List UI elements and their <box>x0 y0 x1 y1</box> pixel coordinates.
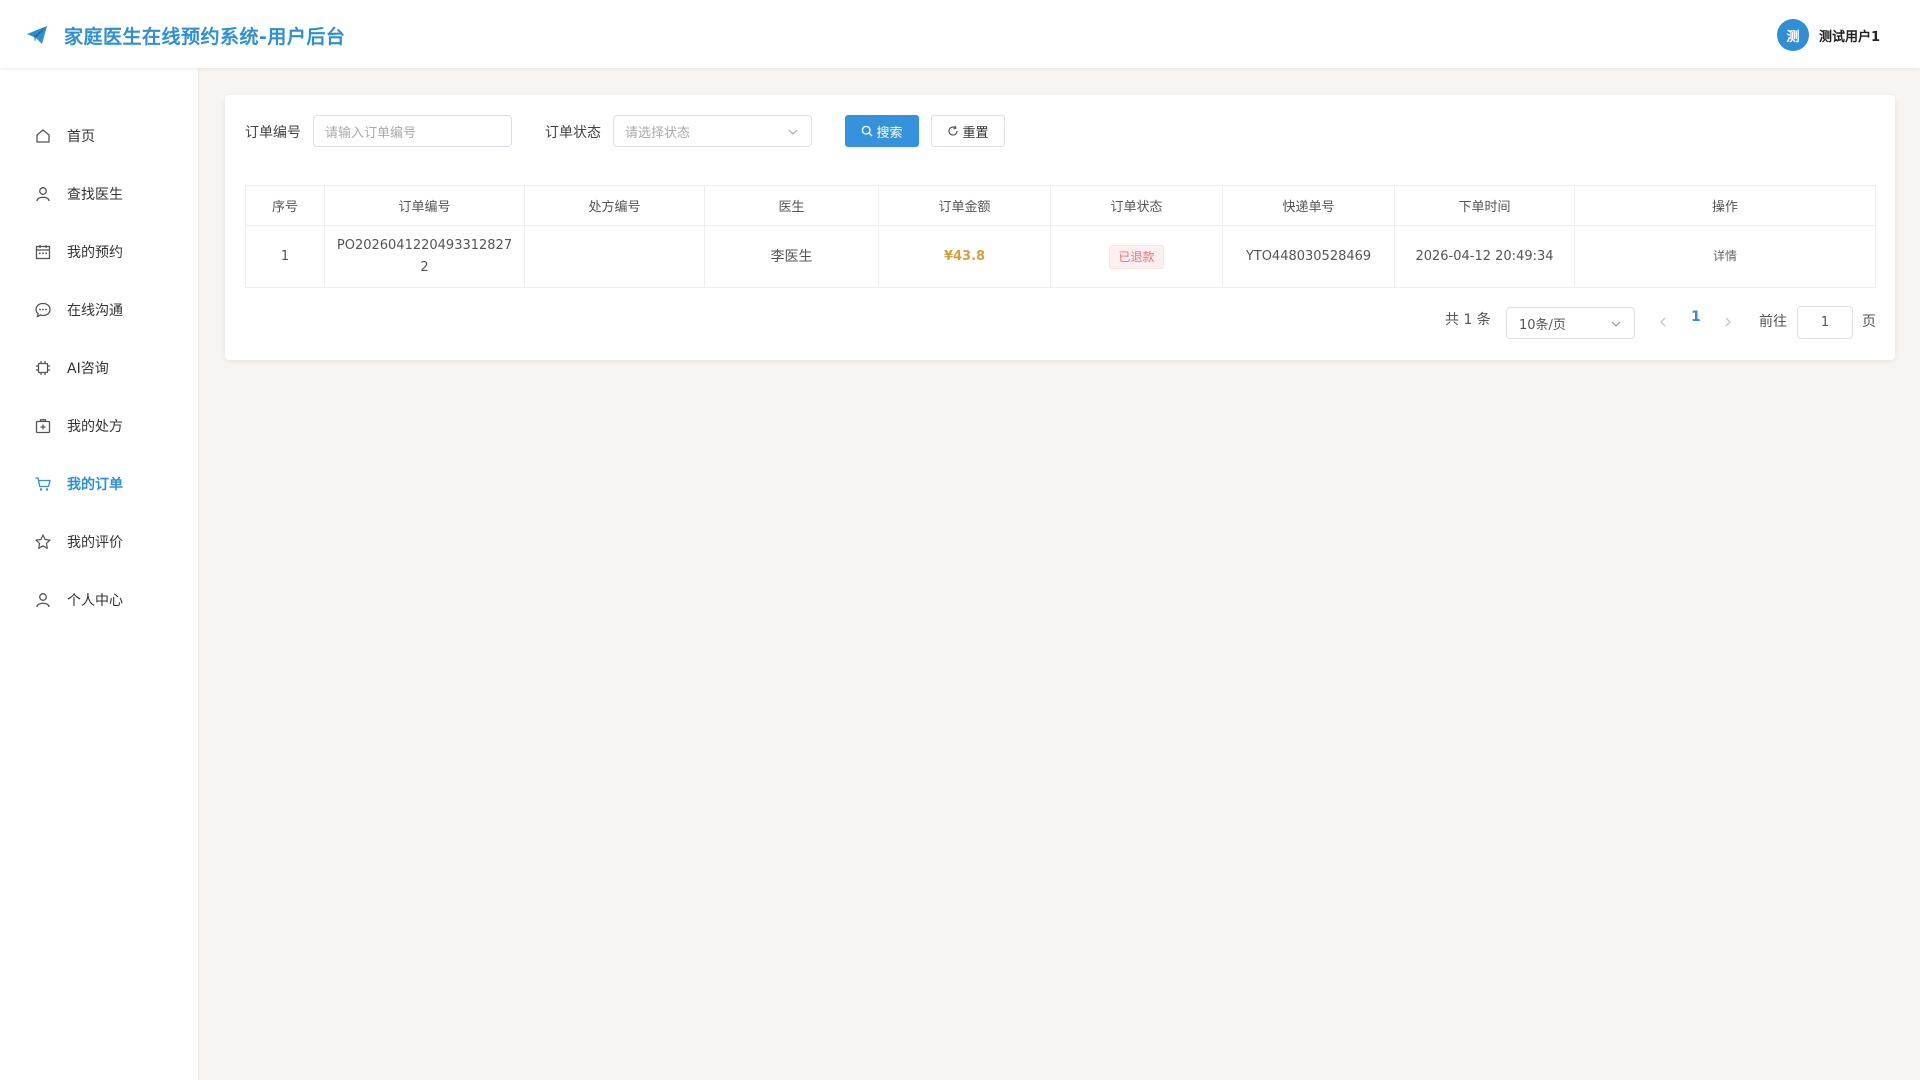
avatar[interactable]: 测 <box>1776 19 1809 51</box>
table-header-row: 序号 订单编号 处方编号 医生 订单金额 订单状态 快递单号 下单时间 操作 <box>245 185 1876 226</box>
page-number[interactable]: 1 <box>1691 309 1701 325</box>
top-header: 家庭医生在线预约系统-用户后台 测 测试用户1 <box>0 0 1920 68</box>
prev-page-icon[interactable] <box>1657 316 1669 328</box>
cell-order-no: PO20260412204933128272 <box>324 225 525 288</box>
page-suffix: 页 <box>1862 314 1876 330</box>
sidebar-item-label: 我的处方 <box>67 419 123 435</box>
chevron-down-icon <box>1611 321 1621 327</box>
sidebar-item-profile[interactable]: 个人中心 <box>0 580 199 620</box>
cell-created-at: 2026-04-12 20:49:34 <box>1394 225 1575 288</box>
sidebar-item-appointments[interactable]: 我的预约 <box>0 232 199 272</box>
cell-status: 已退款 <box>1050 225 1223 288</box>
next-page-icon[interactable] <box>1722 316 1734 328</box>
cell-index: 1 <box>245 225 325 288</box>
column-header: 处方编号 <box>524 185 705 226</box>
orders-card: 订单编号 请输入订单编号 订单状态 请选择状态 搜索 重置 序号 订单编号 处方… <box>225 95 1895 360</box>
refresh-icon <box>948 125 959 136</box>
column-header: 快递单号 <box>1222 185 1395 226</box>
sidebar-item-orders[interactable]: 我的订单 <box>0 464 199 504</box>
status-badge: 已退款 <box>1109 244 1164 269</box>
column-header: 订单状态 <box>1050 185 1223 226</box>
sidebar-item-label: 查找医生 <box>67 187 123 203</box>
search-button-label: 搜索 <box>876 125 903 141</box>
calendar-icon <box>35 245 51 260</box>
column-header: 医生 <box>704 185 879 226</box>
page-size-value: 10条/页 <box>1519 317 1566 333</box>
table-row: 1 PO20260412204933128272 李医生 ¥43.8 已退款 Y… <box>245 225 1876 288</box>
column-header: 订单金额 <box>878 185 1051 226</box>
star-icon <box>35 534 51 549</box>
chip-icon <box>36 361 50 375</box>
sidebar-item-label: 我的订单 <box>67 477 123 493</box>
goto-label: 前往 <box>1759 314 1787 330</box>
cell-amount: ¥43.8 <box>878 225 1051 288</box>
sidebar: 首页 查找医生 我的预约 在线沟通 AI咨询 我的处方 我的订单 我的评价 个人… <box>0 68 199 1080</box>
sidebar-item-ai-consult[interactable]: AI咨询 <box>0 348 199 388</box>
sidebar-item-label: 我的预约 <box>67 245 123 261</box>
cell-action: 详情 <box>1574 225 1876 288</box>
sidebar-item-prescriptions[interactable]: 我的处方 <box>0 406 199 446</box>
cell-tracking-no: YTO448030528469 <box>1222 225 1395 288</box>
column-header: 订单编号 <box>324 185 525 226</box>
column-header: 序号 <box>245 185 325 226</box>
user-icon <box>36 593 50 608</box>
chevron-down-icon <box>788 129 798 135</box>
sidebar-item-reviews[interactable]: 我的评价 <box>0 522 199 562</box>
first-aid-icon <box>35 419 51 434</box>
orders-table: 序号 订单编号 处方编号 医生 订单金额 订单状态 快递单号 下单时间 操作 1… <box>245 185 1876 288</box>
sidebar-item-home[interactable]: 首页 <box>0 116 199 156</box>
cell-doctor: 李医生 <box>704 225 879 288</box>
cell-prescription-no <box>524 225 705 288</box>
column-header: 操作 <box>1574 185 1876 226</box>
column-header: 下单时间 <box>1394 185 1575 226</box>
search-icon <box>862 125 873 137</box>
home-icon <box>36 129 50 143</box>
sidebar-item-chat[interactable]: 在线沟通 <box>0 290 199 330</box>
status-label: 订单状态 <box>545 125 601 141</box>
order-no-label: 订单编号 <box>245 125 301 141</box>
sidebar-item-label: 个人中心 <box>67 593 123 609</box>
search-button[interactable]: 搜索 <box>845 115 919 147</box>
username[interactable]: 测试用户1 <box>1819 26 1880 45</box>
sidebar-item-label: 在线沟通 <box>67 303 123 319</box>
detail-link[interactable]: 详情 <box>1713 249 1737 263</box>
reset-button[interactable]: 重置 <box>931 115 1005 147</box>
status-select-placeholder: 请选择状态 <box>625 125 691 141</box>
sidebar-item-label: AI咨询 <box>67 361 109 377</box>
reset-button-label: 重置 <box>962 125 989 141</box>
sidebar-item-find-doctor[interactable]: 查找医生 <box>0 174 199 214</box>
user-menu[interactable]: 测 测试用户1 <box>1776 19 1880 51</box>
total-count: 共 1 条 <box>1445 312 1491 328</box>
chat-icon <box>35 302 51 318</box>
order-amount: ¥43.8 <box>943 248 986 264</box>
page-size-select[interactable]: 10条/页 <box>1506 307 1635 339</box>
order-no-input[interactable]: 请输入订单编号 <box>313 115 512 147</box>
user-icon <box>36 187 50 202</box>
sidebar-item-label: 我的评价 <box>67 535 123 551</box>
paper-plane-icon <box>27 26 47 44</box>
app-title: 家庭医生在线预约系统-用户后台 <box>64 26 346 48</box>
cart-icon <box>35 477 51 491</box>
goto-page-input[interactable]: 1 <box>1797 306 1853 339</box>
sidebar-item-label: 首页 <box>67 129 95 145</box>
status-select[interactable]: 请选择状态 <box>613 115 812 147</box>
